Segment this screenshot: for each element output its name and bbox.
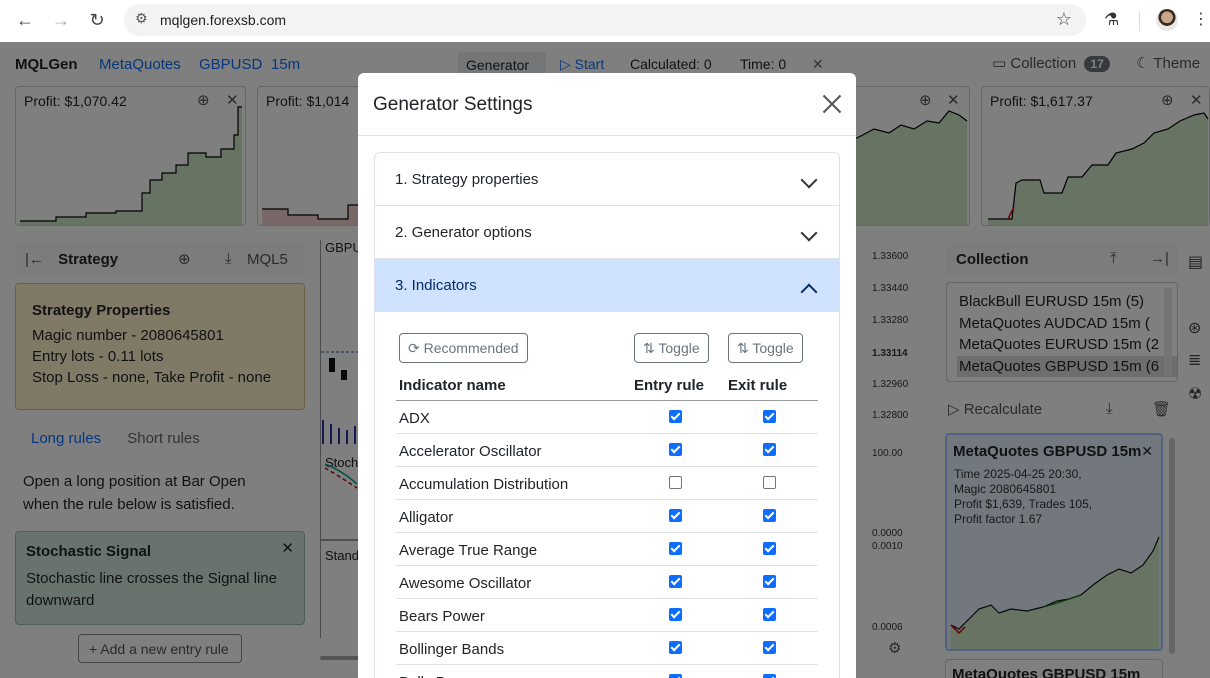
- entry-rule-checkbox[interactable]: [669, 674, 682, 678]
- indicator-name: Accumulation Distribution: [399, 476, 569, 493]
- bookmark-star-icon[interactable]: ☆: [1056, 9, 1072, 30]
- exit-rule-checkbox[interactable]: [763, 542, 776, 555]
- sort-arrows-icon: ⇅: [737, 340, 749, 356]
- table-row: Awesome Oscillator: [396, 566, 818, 599]
- exit-rule-checkbox[interactable]: [763, 608, 776, 621]
- entry-rule-checkbox[interactable]: [669, 443, 682, 456]
- col-indicator-name: Indicator name: [399, 377, 506, 394]
- indicator-name: Awesome Oscillator: [399, 575, 532, 592]
- url-text[interactable]: mqlgen.forexsb.com: [160, 12, 286, 28]
- section-label: 3. Indicators: [395, 277, 477, 294]
- forward-arrow-icon[interactable]: →: [50, 9, 72, 31]
- section-indicators[interactable]: 3. Indicators: [375, 259, 839, 312]
- profile-avatar[interactable]: [1156, 9, 1178, 31]
- address-bar[interactable]: ⚙ mqlgen.forexsb.com ☆: [124, 4, 1086, 36]
- entry-rule-checkbox[interactable]: [669, 542, 682, 555]
- col-exit-rule: Exit rule: [728, 377, 788, 394]
- toolbar-divider: [1139, 11, 1140, 31]
- table-row: Accumulation Distribution: [396, 467, 818, 500]
- col-entry-rule: Entry rule: [634, 377, 705, 394]
- toggle-label: Toggle: [658, 340, 700, 356]
- indicators-body: ⟳ Recommended ⇅ Toggle ⇅ Toggle Indicato…: [375, 312, 839, 678]
- table-header: Indicator name Entry rule Exit rule: [396, 368, 818, 401]
- exit-rule-checkbox[interactable]: [763, 476, 776, 489]
- exit-rule-checkbox[interactable]: [763, 674, 776, 678]
- back-arrow-icon[interactable]: ←: [14, 9, 36, 31]
- table-row: Accelerator Oscillator: [396, 434, 818, 467]
- entry-rule-checkbox[interactable]: [669, 509, 682, 522]
- settings-accordion: 1. Strategy properties 2. Generator opti…: [374, 152, 840, 678]
- refresh-icon: ⟳: [408, 340, 420, 356]
- exit-rule-checkbox[interactable]: [763, 509, 776, 522]
- indicator-name: Bears Power: [399, 608, 485, 625]
- chevron-up-icon: [800, 283, 818, 301]
- table-row: Bulls Power: [396, 665, 818, 678]
- sort-arrows-icon: ⇅: [643, 340, 655, 356]
- exit-rule-checkbox[interactable]: [763, 575, 776, 588]
- labs-flask-icon[interactable]: ⚗: [1104, 10, 1119, 30]
- toggle-exit-button[interactable]: ⇅ Toggle: [728, 333, 803, 363]
- kebab-menu-icon[interactable]: ⋮: [1193, 9, 1209, 29]
- site-settings-icon[interactable]: ⚙: [135, 10, 148, 27]
- indicator-name: Bulls Power: [399, 674, 478, 678]
- section-label: 1. Strategy properties: [395, 171, 539, 188]
- section-label: 2. Generator options: [395, 224, 532, 241]
- modal-title: Generator Settings: [373, 94, 533, 115]
- recommended-label: Recommended: [423, 340, 519, 356]
- entry-rule-checkbox[interactable]: [669, 641, 682, 654]
- table-row: Bears Power: [396, 599, 818, 632]
- exit-rule-checkbox[interactable]: [763, 443, 776, 456]
- toggle-label: Toggle: [752, 340, 794, 356]
- section-generator-options[interactable]: 2. Generator options: [375, 206, 839, 259]
- table-row: ADX: [396, 401, 818, 434]
- entry-rule-checkbox[interactable]: [669, 608, 682, 621]
- close-icon[interactable]: [821, 93, 843, 115]
- modal-header: Generator Settings: [358, 73, 856, 136]
- table-row: Average True Range: [396, 533, 818, 566]
- table-row: Alligator: [396, 500, 818, 533]
- entry-rule-checkbox[interactable]: [669, 476, 682, 489]
- indicator-name: ADX: [399, 410, 430, 427]
- indicator-name: Accelerator Oscillator: [399, 443, 542, 460]
- section-strategy-properties[interactable]: 1. Strategy properties: [375, 153, 839, 206]
- recommended-button[interactable]: ⟳ Recommended: [399, 333, 528, 363]
- exit-rule-checkbox[interactable]: [763, 641, 776, 654]
- generator-settings-modal: Generator Settings 1. Strategy propertie…: [358, 73, 856, 678]
- entry-rule-checkbox[interactable]: [669, 575, 682, 588]
- indicator-name: Alligator: [399, 509, 454, 526]
- toggle-entry-button[interactable]: ⇅ Toggle: [634, 333, 709, 363]
- table-row: Bollinger Bands: [396, 632, 818, 665]
- indicator-name: Average True Range: [399, 542, 538, 559]
- exit-rule-checkbox[interactable]: [763, 410, 776, 423]
- chevron-down-icon: [800, 171, 818, 189]
- entry-rule-checkbox[interactable]: [669, 410, 682, 423]
- chevron-down-icon: [800, 224, 818, 242]
- indicators-table: Indicator name Entry rule Exit rule ADX A…: [396, 368, 818, 678]
- browser-toolbar: ← → ↻ ⚙ mqlgen.forexsb.com ☆ ⚗ ⋮: [0, 0, 1210, 42]
- reload-icon[interactable]: ↻: [86, 9, 108, 31]
- indicator-name: Bollinger Bands: [399, 641, 505, 658]
